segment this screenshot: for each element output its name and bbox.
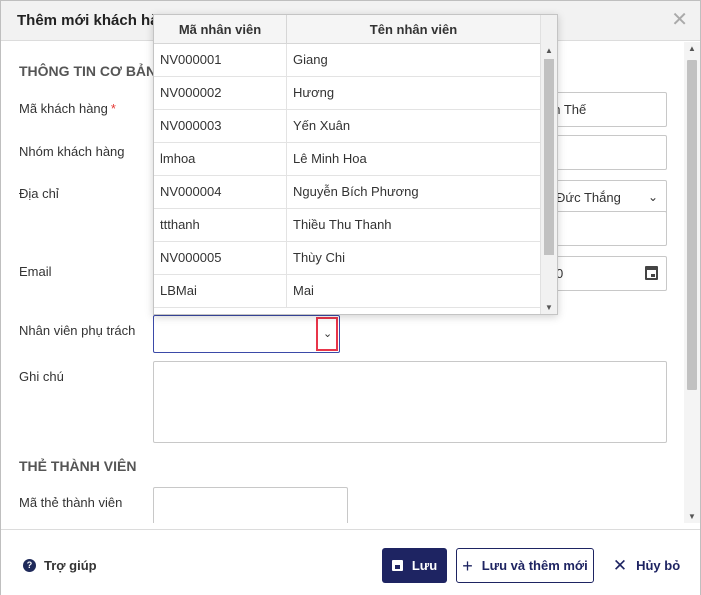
staff-name-cell: Lê Minh Hoa: [293, 151, 367, 166]
dialog-footer: ? Trợ giúp Lưu + Lưu và thêm mới ✕ Hủy b…: [1, 529, 700, 595]
note-textarea[interactable]: [153, 361, 667, 443]
dropdown-header: Mã nhân viên Tên nhân viên: [154, 15, 540, 44]
staff-code-cell: NV000001: [154, 44, 287, 77]
staff-option-row[interactable]: NV000001 Giang: [154, 44, 540, 77]
help-label: Trợ giúp: [44, 558, 97, 573]
address-label: Địa chỉ: [19, 186, 59, 201]
dropdown-scrollbar-thumb[interactable]: [544, 59, 554, 255]
cancel-label: Hủy bỏ: [636, 558, 681, 573]
date-input[interactable]: 0: [541, 256, 667, 291]
section-basic-info: THÔNG TIN CƠ BẢN: [19, 63, 157, 79]
staff-code-cell: LBMai: [154, 275, 287, 308]
scrollbar-thumb[interactable]: [687, 60, 697, 390]
staff-label: Nhân viên phụ trách: [19, 323, 136, 338]
address-select[interactable]: Đức Thắng ⌄: [541, 180, 667, 215]
scroll-up-icon[interactable]: ▲: [688, 44, 696, 53]
dropdown-rows: NV000001 Giang NV000002 Hương NV000003 Yến Xu…: [154, 44, 540, 308]
address-detail-input[interactable]: [541, 211, 667, 246]
scroll-up-icon[interactable]: ▲: [545, 46, 553, 55]
staff-code-cell: NV000003: [154, 110, 287, 143]
staff-code-cell: NV000002: [154, 77, 287, 110]
address-select-value: Đức Thắng: [556, 190, 621, 205]
staff-name-cell: Thiều Thu Thanh: [293, 217, 392, 232]
scroll-down-icon[interactable]: ▼: [545, 303, 553, 312]
section-member-card: THẺ THÀNH VIÊN: [19, 458, 137, 474]
staff-option-row[interactable]: ttthanh Thiều Thu Thanh: [154, 209, 540, 242]
staff-code-cell: ttthanh: [154, 209, 287, 242]
customer-group-label: Nhóm khách hàng: [19, 144, 125, 159]
staff-option-row[interactable]: lmhoa Lê Minh Hoa: [154, 143, 540, 176]
email-label: Email: [19, 264, 52, 279]
staff-name-cell: Nguyễn Bích Phương: [293, 184, 419, 199]
close-icon[interactable]: ✕: [671, 9, 688, 31]
dialog-scrollbar[interactable]: ▲ ▼: [684, 42, 700, 523]
staff-option-row[interactable]: NV000003 Yến Xuân: [154, 110, 540, 143]
plus-icon: +: [462, 555, 473, 576]
chevron-down-icon: ⌄: [647, 190, 658, 204]
staff-option-row[interactable]: NV000005 Thùy Chi: [154, 242, 540, 275]
staff-name-cell: Giang: [293, 52, 328, 67]
staff-option-row[interactable]: NV000004 Nguyễn Bích Phương: [154, 176, 540, 209]
staff-code-cell: lmhoa: [154, 143, 287, 176]
staff-name-cell: Thùy Chi: [293, 250, 346, 265]
staff-combobox[interactable]: [153, 315, 340, 353]
member-card-code-label: Mã thẻ thành viên: [19, 495, 123, 510]
column-header-staff-name: Tên nhân viên: [369, 22, 458, 37]
chevron-down-icon: ⌄: [323, 328, 333, 340]
staff-name-cell: Hương: [293, 85, 335, 100]
customer-code-label: Mã khách hàng *: [19, 101, 116, 116]
staff-code-cell: NV000005: [154, 242, 287, 275]
cancel-button[interactable]: ✕ Hủy bỏ: [604, 548, 689, 583]
customer-group-input[interactable]: [541, 135, 667, 170]
scroll-down-icon[interactable]: ▼: [688, 512, 696, 521]
customer-name-input[interactable]: ần Thế: [541, 92, 667, 127]
column-header-staff-code: Mã nhân viên: [154, 15, 287, 44]
staff-dropdown-list: Mã nhân viên Tên nhân viên NV000001 Giang…: [153, 14, 558, 315]
staff-option-row[interactable]: LBMai Mai: [154, 275, 540, 308]
note-label: Ghi chú: [19, 369, 64, 384]
save-label: Lưu: [411, 558, 438, 573]
staff-code-cell: NV000004: [154, 176, 287, 209]
member-card-code-input[interactable]: [153, 487, 348, 523]
floppy-disk-icon: [391, 560, 403, 571]
required-mark: *: [110, 101, 116, 116]
question-icon: ?: [23, 559, 36, 572]
save-button[interactable]: Lưu: [382, 548, 447, 583]
save-and-new-label: Lưu và thêm mới: [481, 558, 588, 573]
close-icon: ✕: [612, 556, 628, 575]
dropdown-scrollbar[interactable]: ▲ ▼: [540, 15, 557, 314]
help-link[interactable]: ? Trợ giúp: [23, 558, 97, 573]
calendar-icon[interactable]: [645, 266, 658, 280]
staff-name-cell: Yến Xuân: [293, 118, 351, 133]
staff-option-row[interactable]: NV000002 Hương: [154, 77, 540, 110]
save-and-new-button[interactable]: + Lưu và thêm mới: [456, 548, 594, 583]
add-customer-dialog: Thêm mới khách hàng ✕ THÔNG TIN CƠ BẢN M…: [0, 0, 701, 595]
staff-name-cell: Mai: [293, 283, 314, 298]
staff-dropdown-toggle[interactable]: ⌄: [316, 317, 338, 351]
